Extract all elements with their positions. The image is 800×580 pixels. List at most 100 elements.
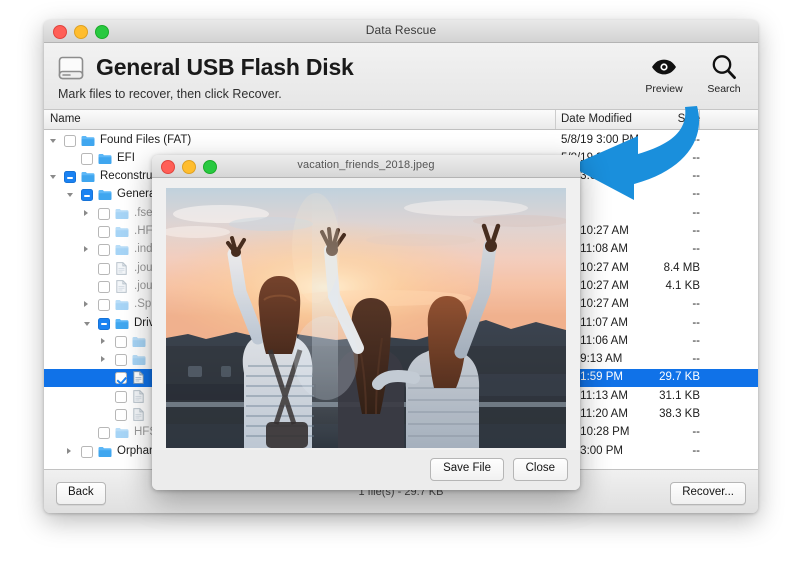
row-checkbox[interactable] (98, 208, 110, 220)
row-date-modified: 5/8/19 3:00 PM (561, 134, 639, 146)
row-size: -- (644, 152, 700, 164)
chevron-right-icon[interactable] (84, 246, 93, 255)
row-checkbox[interactable] (115, 391, 127, 403)
page-title: General USB Flash Disk (96, 54, 354, 81)
row-size: -- (644, 188, 700, 200)
chevron-right-icon[interactable] (101, 338, 110, 347)
hard-disk-icon (57, 55, 85, 81)
preview-tool-button[interactable]: Preview (642, 52, 686, 95)
row-size: -- (644, 207, 700, 219)
row-size: -- (644, 298, 700, 310)
row-checkbox[interactable] (98, 244, 110, 256)
chevron-right-icon[interactable] (67, 448, 76, 457)
folder-icon (115, 427, 129, 439)
row-checkbox[interactable] (81, 189, 93, 201)
preview-footer: Save File Close (152, 450, 580, 490)
folder-icon (115, 226, 129, 238)
window-title: Data Rescue (44, 23, 758, 37)
row-checkbox[interactable] (98, 318, 110, 330)
row-checkbox[interactable] (115, 372, 127, 384)
row-checkbox[interactable] (98, 427, 110, 439)
toolbar: Preview Search (642, 52, 746, 95)
row-checkbox[interactable] (64, 135, 76, 147)
folder-icon (98, 189, 112, 201)
page-subtitle: Mark files to recover, then click Recove… (58, 87, 282, 101)
row-checkbox[interactable] (115, 354, 127, 366)
app-header: General USB Flash Disk Mark files to rec… (44, 43, 758, 110)
folder-icon (115, 208, 129, 220)
row-size: 38.3 KB (644, 408, 700, 420)
row-name: .fse (134, 207, 153, 219)
row-size: -- (644, 353, 700, 365)
chevron-down-icon[interactable] (50, 137, 59, 146)
row-name: .HF (134, 225, 153, 237)
folder-icon (132, 336, 146, 348)
row-name: .jou (134, 262, 153, 274)
search-tool-button[interactable]: Search (702, 52, 746, 95)
row-checkbox[interactable] (98, 299, 110, 311)
image-preview-window: vacation_friends_2018.jpeg (152, 155, 580, 490)
row-name: .ind (134, 243, 153, 255)
folder-icon (98, 446, 112, 458)
row-name: .jou (134, 280, 153, 292)
row-checkbox[interactable] (98, 263, 110, 275)
row-checkbox[interactable] (98, 281, 110, 293)
chevron-down-icon[interactable] (84, 320, 93, 329)
preview-tool-label: Preview (642, 83, 686, 95)
row-size: 29.7 KB (644, 371, 700, 383)
document-icon (116, 262, 127, 275)
document-icon (133, 371, 144, 384)
recover-button[interactable]: Recover... (670, 482, 746, 505)
row-checkbox[interactable] (115, 336, 127, 348)
magnifier-icon (702, 52, 746, 82)
row-size: -- (644, 243, 700, 255)
row-size: -- (644, 134, 700, 146)
row-name: Found Files (FAT) (100, 134, 191, 146)
preview-title-bar: vacation_friends_2018.jpeg (152, 155, 580, 178)
row-checkbox[interactable] (98, 226, 110, 238)
search-tool-label: Search (702, 83, 746, 95)
row-size: -- (644, 317, 700, 329)
folder-icon (132, 354, 146, 366)
save-file-button[interactable]: Save File (430, 458, 504, 481)
row-size: 4.1 KB (644, 280, 700, 292)
column-header-size[interactable]: Size (654, 113, 700, 125)
preview-window-title: vacation_friends_2018.jpeg (152, 159, 580, 171)
row-size: -- (644, 225, 700, 237)
row-name: EFI (117, 152, 135, 164)
chevron-right-icon[interactable] (84, 301, 93, 310)
eye-icon (642, 52, 686, 82)
row-checkbox[interactable] (81, 446, 93, 458)
chevron-down-icon[interactable] (50, 173, 59, 182)
document-icon (116, 280, 127, 293)
column-headers: Name Date Modified Size (44, 110, 758, 130)
folder-icon (115, 318, 129, 330)
document-icon (133, 408, 144, 421)
chevron-down-icon[interactable] (67, 191, 76, 200)
column-divider-1[interactable] (555, 110, 556, 129)
row-checkbox[interactable] (81, 153, 93, 165)
folder-icon (115, 299, 129, 311)
column-header-date-modified[interactable]: Date Modified (561, 113, 632, 125)
preview-body (152, 178, 580, 450)
folder-icon (115, 244, 129, 256)
screen: Data Rescue General USB Flash Disk Mark … (0, 0, 800, 580)
row-size: 31.1 KB (644, 390, 700, 402)
row-checkbox[interactable] (115, 409, 127, 421)
chevron-right-icon[interactable] (101, 356, 110, 365)
row-size: -- (644, 445, 700, 457)
row-size: -- (644, 335, 700, 347)
document-icon (133, 390, 144, 403)
column-header-name[interactable]: Name (50, 113, 81, 125)
row-size: -- (644, 170, 700, 182)
chevron-right-icon[interactable] (84, 210, 93, 219)
row-size: -- (644, 426, 700, 438)
close-preview-button[interactable]: Close (513, 458, 568, 481)
title-bar: Data Rescue (44, 20, 758, 43)
table-row[interactable]: Found Files (FAT) 5/8/19 3:00 PM -- (44, 132, 758, 150)
folder-icon (98, 153, 112, 165)
row-name: .Sp (134, 298, 151, 310)
row-checkbox[interactable] (64, 171, 76, 183)
row-size: 8.4 MB (644, 262, 700, 274)
folder-icon (81, 171, 95, 183)
